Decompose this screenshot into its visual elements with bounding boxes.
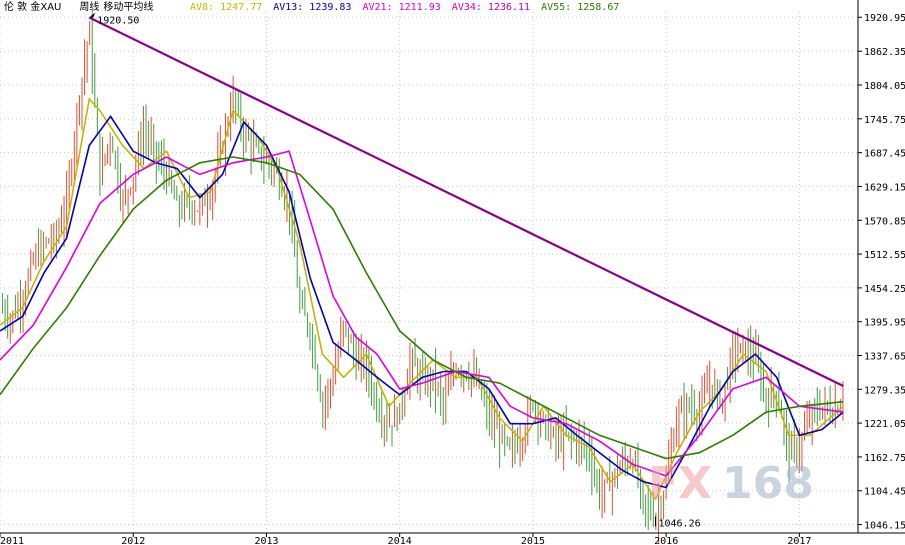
y-tick-label: 1162.75 <box>864 453 905 464</box>
price-chart[interactable]: FX 168 1920.50 1046.26 1920.95 1862.35 1804… <box>0 0 905 545</box>
y-tick-label: 1512.55 <box>864 250 905 261</box>
y-tick-label: 1454.25 <box>864 284 905 295</box>
x-tick-label: 2015 <box>521 536 545 545</box>
y-tick-label: 1804.05 <box>864 81 905 92</box>
x-tick-label: 2012 <box>121 536 145 545</box>
y-tick-label: 1046.15 <box>864 521 905 532</box>
y-tick-label: 1337.65 <box>864 351 905 362</box>
symbol-label: 伦 敦 金XAU <box>4 0 61 13</box>
low-label: 1046.26 <box>658 518 700 529</box>
watermark: FX 168 <box>648 458 814 509</box>
y-tick-label: 1745.75 <box>864 115 905 126</box>
y-tick-label: 1104.45 <box>864 487 905 498</box>
legend-item: AV13: 1239.83 <box>273 2 351 13</box>
watermark-168: 168 <box>722 458 814 509</box>
legend: AV8: 1247.77 AV13: 1239.83 AV21: 1211.93 AV… <box>190 2 619 13</box>
chart-window: FX 168 1920.50 1046.26 1920.95 1862.35 1804… <box>0 0 905 545</box>
legend-item: AV8: 1247.77 <box>190 2 262 13</box>
legend-item: AV21: 1211.93 <box>363 2 441 13</box>
y-axis: 1920.95 1862.35 1804.05 1745.75 1687.45 1629.… <box>858 13 905 532</box>
watermark-fx: FX <box>648 458 712 509</box>
chart-title: 伦 敦 金XAU 周线 移动平均线 <box>4 0 153 13</box>
y-tick-label: 1862.35 <box>864 47 905 58</box>
legend-header: 伦 敦 金XAU 周线 移动平均线 AV8: 1247.77 AV13: 1239.8… <box>4 0 619 13</box>
plot-area <box>0 0 858 533</box>
y-tick-label: 1570.85 <box>864 216 905 227</box>
x-tick-label: 2014 <box>388 536 412 545</box>
y-tick-label: 1629.15 <box>864 182 905 193</box>
x-tick-label: 2017 <box>787 536 811 545</box>
x-tick-label: 2011 <box>0 536 24 545</box>
indicator-label: 移动平均线 <box>103 0 153 13</box>
y-tick-label: 1395.95 <box>864 318 905 329</box>
x-tick-label: 2013 <box>254 536 278 545</box>
y-tick-label: 1221.05 <box>864 419 905 430</box>
legend-item: AV55: 1258.67 <box>541 2 619 13</box>
legend-item: AV34: 1236.11 <box>452 2 530 13</box>
period-label: 周线 <box>79 0 99 13</box>
y-tick-label: 1920.95 <box>864 13 905 24</box>
y-tick-label: 1687.45 <box>864 149 905 160</box>
x-tick-label: 2016 <box>654 536 678 545</box>
x-axis: 2011 2012 2013 2014 2015 2016 2017 <box>0 533 811 545</box>
y-tick-label: 1279.35 <box>864 385 905 396</box>
high-label: 1920.50 <box>97 16 139 27</box>
